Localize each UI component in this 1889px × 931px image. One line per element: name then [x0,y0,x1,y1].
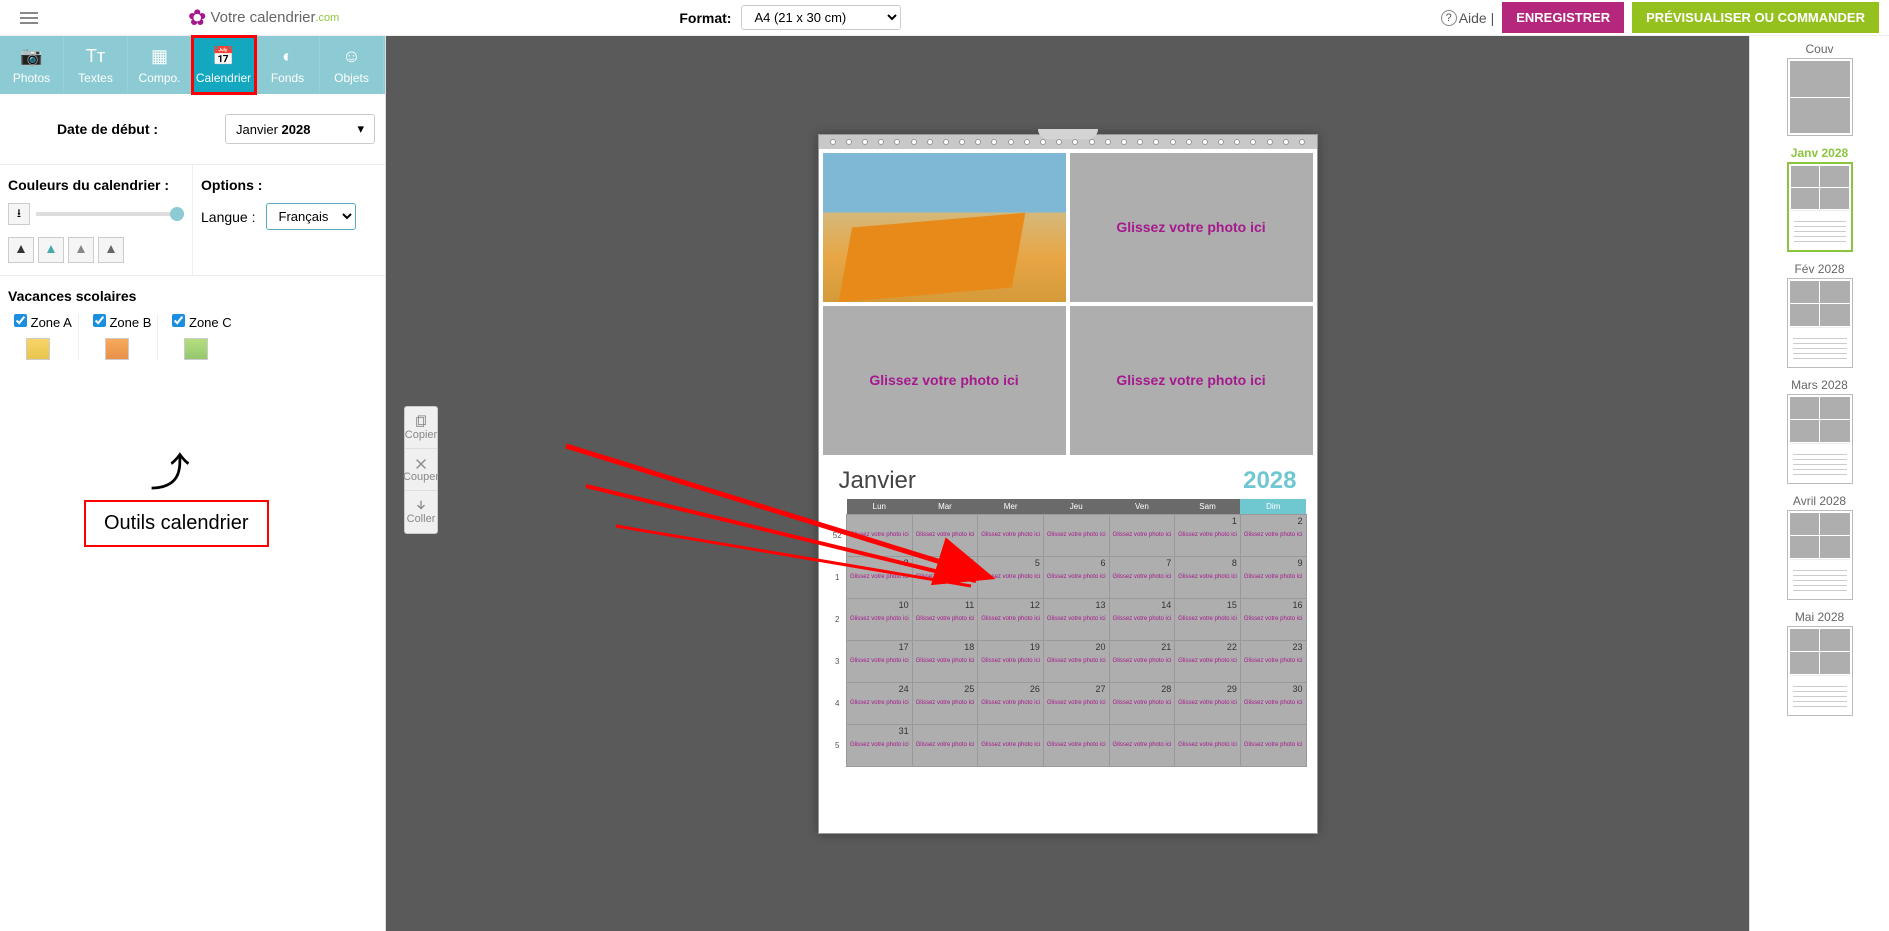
thumb-box [1787,58,1853,136]
text-icon: Tᴛ [86,46,105,67]
thumb-avril-2028[interactable]: Avril 2028 [1754,494,1885,600]
thumb-box [1787,626,1853,716]
tab-fonds[interactable]: ◐ Fonds [256,36,320,94]
page-thumbnails: Couv Janv 2028 Fév 2028 Mars 2028 Avril 2028… [1749,36,1889,931]
thumb-box [1787,394,1853,484]
tab-label: Compo. [138,71,180,85]
annotation-box: Outils calendrier [84,500,269,547]
thumb-box [1787,278,1853,368]
tab-label: Calendrier [196,71,251,85]
zone-c-icon[interactable] [184,338,208,360]
color-btn-4[interactable] [98,237,124,263]
thumb-label: Janv 2028 [1754,146,1885,160]
binding [819,135,1317,149]
thumb-mai-2028[interactable]: Mai 2028 [1754,610,1885,716]
thumb-label: Mars 2028 [1754,378,1885,392]
photo-slot-1[interactable] [823,153,1066,302]
cut-label: Couper [403,471,439,483]
floating-toolbar: Copier Couper Coller [404,406,438,534]
paste-button[interactable]: Coller [405,491,437,533]
lang-label: Langue : [201,209,256,225]
thumb-label: Fév 2028 [1754,262,1885,276]
thumb-box [1787,510,1853,600]
paste-label: Coller [407,513,436,525]
color-slider[interactable] [36,212,184,216]
save-button[interactable]: ENREGISTRER [1502,2,1624,33]
zone-b-check[interactable]: Zone B [93,314,152,330]
logo-text: Votre calendrier [210,9,315,26]
logo: ✿ Votre calendrier.com [188,5,339,31]
help-text: Aide | [1459,10,1495,26]
layout-icon: ▦ [151,46,168,67]
format-select[interactable]: A4 (21 x 30 cm) [741,5,901,30]
zone-a-label: Zone A [31,315,72,330]
thumb-box [1787,162,1853,252]
color-btn-1[interactable] [8,237,34,263]
thumb-label: Avril 2028 [1754,494,1885,508]
zone-b-icon[interactable] [105,338,129,360]
photo-slot-2[interactable]: Glissez votre photo ici [1070,153,1313,302]
tab-label: Objets [334,71,369,85]
photo-slot-3[interactable]: Glissez votre photo ici [823,306,1066,455]
start-date-label: Date de début : [10,121,205,137]
cal-month: Janvier [839,467,916,495]
tab-label: Fonds [271,71,304,85]
start-date-select[interactable]: Janvier 2028 ▾ [225,114,375,144]
thumb-label: Mai 2028 [1754,610,1885,624]
help-link[interactable]: ? Aide | [1441,10,1495,26]
face-icon: ☺ [342,46,360,67]
colors-title: Couleurs du calendrier : [8,177,184,193]
help-icon: ? [1441,10,1457,26]
calendar-grid[interactable]: LunMarMerJeuVenSamDim52Glissez votre pho… [829,499,1307,767]
paint-icon[interactable]: ⭳ [8,203,30,225]
logo-suffix: .com [316,12,340,24]
holidays-title: Vacances scolaires [8,288,377,304]
zone-a-icon[interactable] [26,338,50,360]
copy-label: Copier [405,429,437,441]
tab-photos[interactable]: 📷 Photos [0,36,64,94]
photo-slot-4[interactable]: Glissez votre photo ici [1070,306,1313,455]
color-btn-2[interactable] [38,237,64,263]
thumb-janv-2028[interactable]: Janv 2028 [1754,146,1885,252]
squiggle-arrow: ⤴ [150,440,190,498]
start-year: 2028 [282,122,311,137]
lang-select[interactable]: Français [266,203,356,230]
camera-icon: 📷 [20,46,42,67]
thumb-mars-2028[interactable]: Mars 2028 [1754,378,1885,484]
zone-b-label: Zone B [109,315,151,330]
chevron-icon: ▾ [357,121,364,137]
zone-c-check[interactable]: Zone C [172,314,231,330]
tab-objets[interactable]: ☺ Objets [320,36,384,94]
tab-calendrier[interactable]: 📅 Calendrier [192,36,256,94]
calendar-icon: 📅 [212,46,234,67]
tab-compo[interactable]: ▦ Compo. [128,36,192,94]
thumb-label: Couv [1754,42,1885,56]
format-label: Format: [679,10,731,26]
zone-a-check[interactable]: Zone A [14,314,72,330]
menu-icon[interactable] [10,4,48,32]
cal-year: 2028 [1243,467,1296,495]
copy-button[interactable]: Copier [405,407,437,449]
start-month: Janvier [236,122,278,137]
zone-c-label: Zone C [189,315,232,330]
tab-label: Photos [13,71,50,85]
color-btn-3[interactable] [68,237,94,263]
thumb-couv[interactable]: Couv [1754,42,1885,136]
drop-icon: ◐ [282,46,293,67]
thumb-fév-2028[interactable]: Fév 2028 [1754,262,1885,368]
flower-icon: ✿ [188,5,206,31]
tab-textes[interactable]: Tᴛ Textes [64,36,128,94]
preview-button[interactable]: PRÉVISUALISER OU COMMANDER [1632,2,1879,33]
cut-button[interactable]: Couper [405,449,437,491]
calendar-page[interactable]: Glissez votre photo ici Glissez votre ph… [818,134,1318,834]
options-title: Options : [201,177,377,193]
tab-label: Textes [78,71,113,85]
